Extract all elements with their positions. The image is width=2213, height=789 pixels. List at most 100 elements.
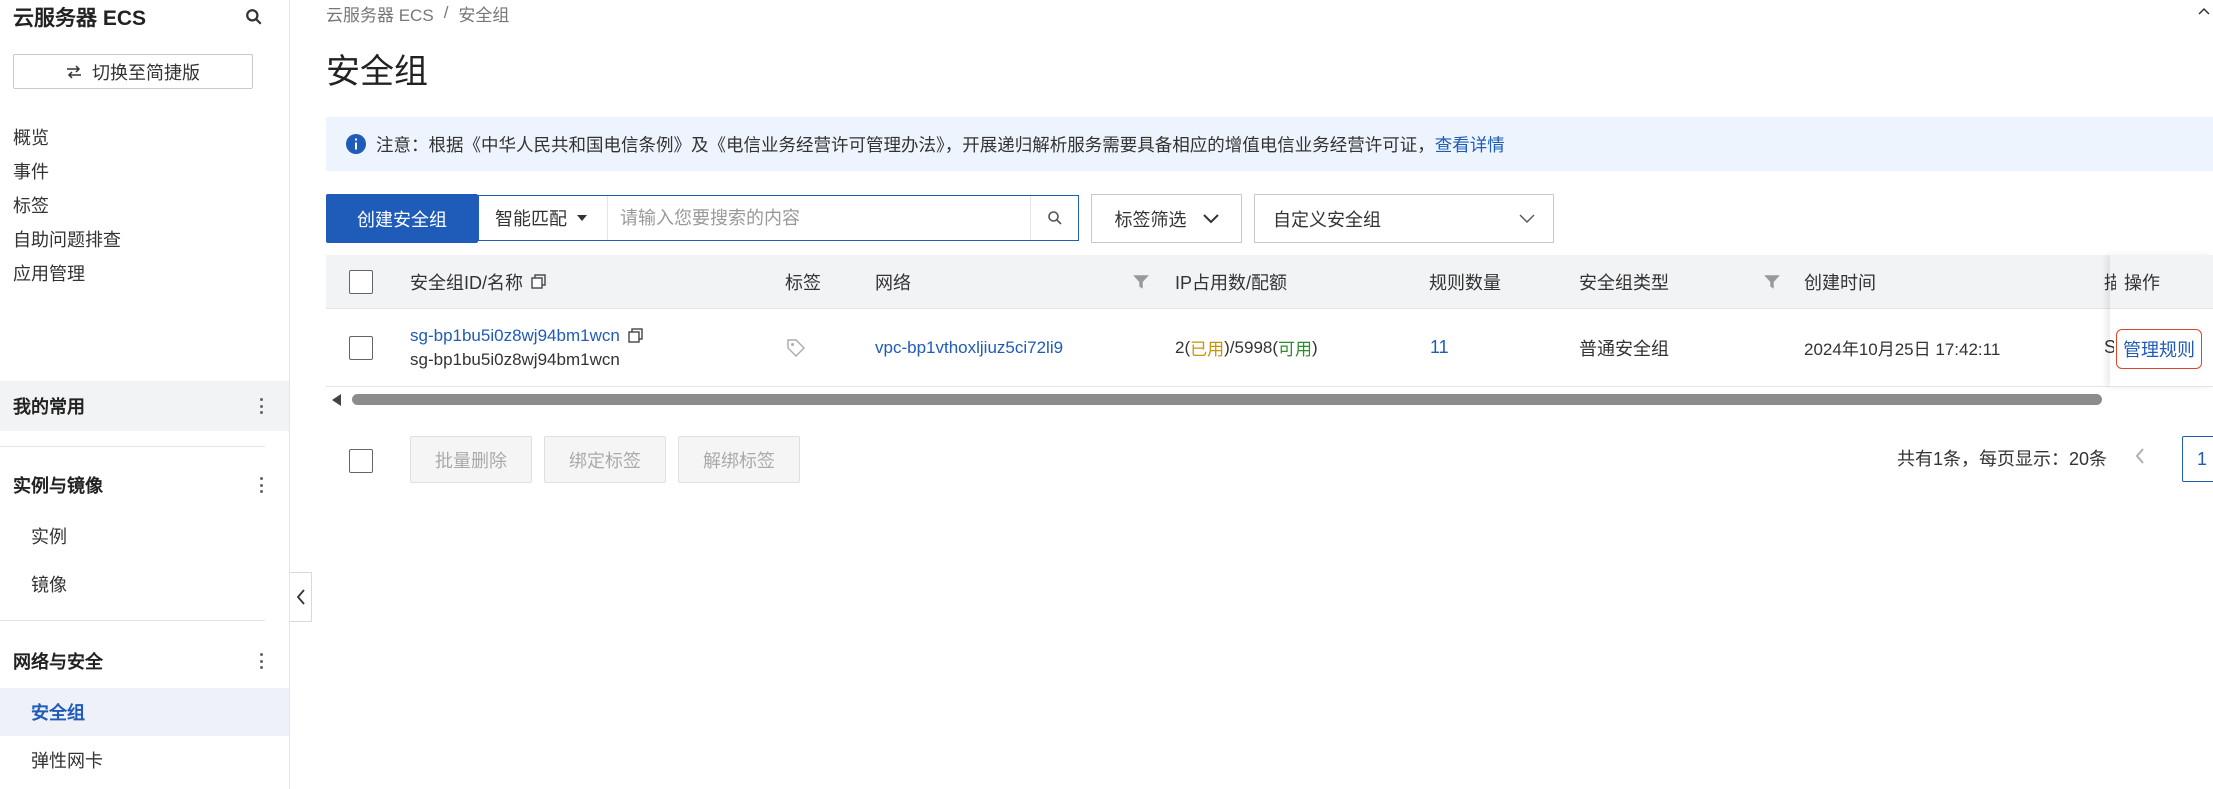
tag-icon[interactable] [786, 309, 806, 386]
breadcrumb-root[interactable]: 云服务器 ECS [326, 1, 434, 26]
sidebar-item-tags[interactable]: 标签 [13, 190, 49, 220]
row-checkbox-cell [349, 309, 373, 386]
description-cut: S [2104, 337, 2114, 357]
sg-name: sg-bp1bu5i0z8wj94bm1wcn [410, 349, 620, 369]
breadcrumb-separator: / [443, 3, 449, 22]
search-submit-button[interactable] [1030, 196, 1078, 240]
sg-type-filter-icon[interactable] [1763, 255, 1781, 308]
column-network: 网络 [875, 272, 911, 293]
sidebar-item-troubleshoot[interactable]: 自助问题排查 [13, 224, 121, 254]
info-icon [346, 134, 366, 154]
sidebar-item-app-management[interactable]: 应用管理 [13, 258, 85, 288]
custom-sg-label: 自定义安全组 [1273, 209, 1381, 230]
chevron-down-icon [1519, 214, 1535, 223]
page-title: 安全组 [326, 53, 428, 91]
breadcrumb: 云服务器 ECS / 安全组 [326, 0, 509, 26]
column-created: 创建时间 [1804, 272, 1876, 293]
network-filter-icon[interactable] [1132, 255, 1150, 308]
column-id-name: 安全组ID/名称 [410, 255, 546, 308]
pager-current-page[interactable]: 1 [2182, 436, 2213, 482]
rule-count-link[interactable]: 11 [1430, 309, 1449, 386]
chevron-left-icon[interactable] [2134, 447, 2146, 465]
sidebar-group-favorites[interactable]: 我的常用 [0, 381, 289, 431]
custom-sg-select[interactable]: 自定义安全组 [1254, 194, 1554, 243]
column-rule-count: 规则数量 [1429, 272, 1501, 293]
sidebar: 云服务器 ECS 切换至简捷版 概览 事件 标签 自助问题排查 应用管理 我的常… [0, 0, 290, 789]
group-label: 实例与镜像 [13, 476, 103, 496]
more-icon[interactable] [259, 398, 263, 414]
pager-summary: 共有1条，每页显示：20条 [1897, 449, 2108, 469]
sidebar-group-network-security[interactable]: 网络与安全 [0, 636, 289, 686]
switch-icon [67, 64, 81, 79]
sidebar-item-eni[interactable]: 弹性网卡 [31, 745, 103, 775]
sidebar-item-events[interactable]: 事件 [13, 156, 49, 186]
sidebar-collapse-button[interactable] [290, 572, 312, 622]
scroll-left-icon[interactable] [332, 394, 341, 406]
copy-icon[interactable] [531, 274, 546, 289]
sg-id-link[interactable]: sg-bp1bu5i0z8wj94bm1wcn [410, 326, 620, 346]
sidebar-item-overview[interactable]: 概览 [13, 122, 49, 152]
column-tags: 标签 [785, 272, 821, 293]
footer-select-all-checkbox[interactable] [349, 449, 373, 473]
switch-label: 切换至简捷版 [92, 62, 200, 83]
select-all-checkbox-cell [349, 255, 373, 308]
sidebar-title: 云服务器 ECS [13, 7, 147, 30]
search-icon[interactable] [245, 8, 263, 26]
sidebar-item-security-groups[interactable]: 安全组 [31, 697, 85, 727]
search-mode-select[interactable]: 智能匹配 [479, 196, 607, 240]
tag-filter-label: 标签筛选 [1114, 209, 1187, 230]
unbind-tag-button[interactable]: 解绑标签 [678, 436, 800, 483]
notice-banner: 注意：根据《中华人民共和国电信条例》及《电信业务经营许可管理办法》，开展递归解析… [326, 117, 2213, 171]
column-sg-type: 安全组类型 [1579, 272, 1669, 293]
more-icon[interactable] [259, 653, 263, 669]
breadcrumb-current: 安全组 [458, 5, 510, 25]
manage-rules-link[interactable]: 管理规则 [2116, 329, 2202, 369]
copy-icon[interactable] [628, 328, 643, 343]
table-header: 安全组ID/名称 标签 网络 IP占用数/配额 规则数量 安全组类型 创建时间 … [326, 255, 2213, 309]
ip-avail-label: 可用 [1278, 340, 1313, 359]
filter-icon [1133, 274, 1149, 289]
tag-filter-button[interactable]: 标签筛选 [1091, 194, 1242, 243]
column-ops: 操作 [2124, 273, 2160, 293]
bind-tag-button[interactable]: 绑定标签 [544, 436, 666, 483]
sidebar-item-instances[interactable]: 实例 [31, 521, 67, 551]
share-icon[interactable] [2196, 4, 2212, 20]
scroll-thumb[interactable] [352, 394, 2102, 405]
ip-quota-cell: 2(已用)/5998(可用) [1175, 309, 1318, 386]
switch-simple-button[interactable]: 切换至简捷版 [13, 54, 253, 89]
horizontal-scrollbar[interactable] [326, 390, 2213, 408]
column-description-cut: 描 [2104, 272, 2116, 293]
create-security-group-button[interactable]: 创建安全组 [326, 194, 478, 243]
more-icon[interactable] [259, 477, 263, 493]
search-box: 智能匹配 [478, 195, 1079, 241]
column-label: 安全组ID/名称 [410, 272, 524, 293]
chevron-down-icon [1202, 213, 1219, 223]
sg-id-name-cell: sg-bp1bu5i0z8wj94bm1wcn sg-bp1bu5i0z8wj9… [410, 309, 643, 386]
search-input[interactable] [607, 196, 1030, 240]
notice-details-link[interactable]: 查看详情 [1435, 135, 1505, 155]
notice-text: 注意：根据《中华人民共和国电信条例》及《电信业务经营许可管理办法》，开展递归解析… [376, 134, 1435, 155]
vpc-link[interactable]: vpc-bp1vthoxljiuz5ci72li9 [875, 309, 1063, 386]
sidebar-header: 云服务器 ECS [13, 2, 263, 32]
batch-delete-button[interactable]: 批量删除 [410, 436, 532, 483]
select-all-checkbox[interactable] [349, 269, 373, 294]
group-label: 我的常用 [13, 397, 85, 417]
tag-icon [787, 338, 805, 357]
search-icon [1047, 211, 1062, 225]
search-mode-label: 智能匹配 [495, 209, 567, 229]
row-checkbox[interactable] [349, 335, 373, 360]
sidebar-group-instances-images[interactable]: 实例与镜像 [0, 460, 289, 510]
ip-avail-count: 5998 [1234, 337, 1273, 357]
chevron-left-icon [296, 589, 305, 605]
created-time: 2024年10月25日 17:42:11 [1804, 340, 2001, 359]
caret-down-icon [577, 215, 587, 221]
group-label: 网络与安全 [13, 652, 103, 672]
table-row: sg-bp1bu5i0z8wj94bm1wcn sg-bp1bu5i0z8wj9… [326, 309, 2213, 387]
ip-used-count: 2 [1175, 337, 1185, 357]
sg-type: 普通安全组 [1579, 338, 1669, 359]
ip-used-label: 已用 [1190, 340, 1225, 359]
column-ip-quota: IP占用数/配额 [1175, 272, 1288, 293]
divider [0, 620, 265, 621]
sidebar-item-images[interactable]: 镜像 [31, 569, 67, 599]
filter-icon [1764, 274, 1780, 289]
